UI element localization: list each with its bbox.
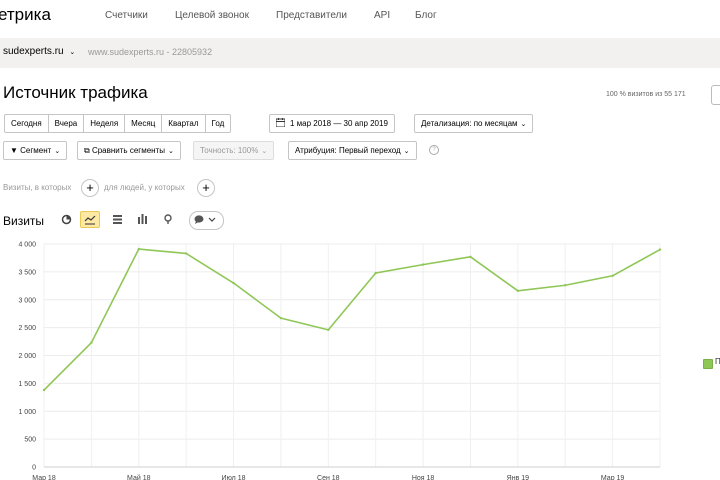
y-tick-label: 2 500 (18, 325, 36, 332)
series-line[interactable] (43, 248, 661, 391)
x-tick-label: Мар 18 (32, 475, 56, 480)
x-tick-label: Ноя 18 (412, 475, 435, 480)
settings-button[interactable] (711, 85, 720, 105)
chevron-down-icon: ⌄ (520, 121, 527, 128)
data-point[interactable] (42, 388, 46, 392)
compare-segments-dropdown[interactable]: ⧉ Сравнить сегменты ⌄ (77, 141, 181, 160)
chevron-down-icon: ⌄ (403, 148, 410, 155)
visits-line-chart: 4 0003 5003 0002 5002 0001 5001 0005000 … (18, 242, 662, 480)
y-tick-label: 500 (24, 437, 36, 444)
segment-label: Сегмент (20, 146, 52, 155)
legend-checkbox[interactable] (703, 359, 713, 369)
period-year[interactable]: Год (205, 114, 232, 133)
chevron-down-icon: ⌄ (54, 148, 61, 155)
speech-bubble-icon (194, 215, 216, 224)
chevron-down-icon: ⌄ (167, 148, 174, 155)
x-tick-label: Сен 18 (317, 475, 340, 480)
site-selector[interactable]: sudexperts.ru ⌄ (3, 46, 75, 57)
detail-dropdown[interactable]: Детализация: по месяцам ⌄ (414, 114, 534, 133)
y-tick-label: 3 500 (18, 269, 36, 276)
chart-metric-label: Визиты (3, 214, 45, 228)
date-range-picker[interactable]: 1 мар 2018 — 30 апр 2019 (269, 114, 395, 133)
x-tick-label: Мар 19 (601, 475, 625, 480)
period-today[interactable]: Сегодня (4, 114, 49, 133)
add-visit-condition-button[interactable]: + (81, 179, 99, 197)
compare-icon: ⧉ (84, 146, 90, 155)
top-navigation: етрика Счетчики Целевой звонок Представи… (0, 0, 720, 34)
period-quarter[interactable]: Квартал (162, 114, 206, 133)
app-logo[interactable]: етрика (0, 5, 51, 25)
chevron-down-icon: ⌄ (69, 49, 76, 56)
y-tick-label: 0 (32, 465, 36, 472)
bar-chart-icon (137, 214, 147, 224)
period-selector: Сегодня Вчера Неделя Месяц Квартал Год (4, 114, 232, 133)
nav-target-call[interactable]: Целевой звонок (175, 10, 249, 21)
line-chart-icon (84, 215, 96, 225)
data-point[interactable] (469, 255, 472, 259)
calendar-icon (275, 118, 286, 128)
comments-dropdown[interactable] (189, 211, 224, 230)
line-chart-button[interactable] (80, 211, 100, 228)
y-tick-label: 4 000 (18, 242, 36, 249)
period-week[interactable]: Неделя (84, 114, 126, 133)
period-month[interactable]: Месяц (125, 114, 163, 133)
segment-dropdown[interactable]: ▼ Сегмент ⌄ (3, 141, 68, 160)
period-yesterday[interactable]: Вчера (48, 114, 85, 133)
site-name: sudexperts.ru (3, 46, 64, 57)
data-point[interactable] (374, 271, 377, 275)
filter-icon: ▼ (10, 146, 18, 155)
site-url: www.sudexperts.ru - 22805932 (88, 47, 213, 57)
sampling-note: 100 % визитов из 55 171 (606, 91, 686, 98)
page-title: Источник трафика (3, 83, 148, 102)
data-point[interactable] (279, 316, 283, 320)
y-tick-label: 1 500 (18, 381, 36, 388)
filter-visits-label: Визиты, в которых (3, 183, 72, 192)
nav-api[interactable]: API (374, 10, 390, 21)
nav-representatives[interactable]: Представители (276, 10, 347, 21)
pie-chart-icon (61, 214, 71, 225)
pie-chart-button[interactable] (56, 211, 76, 228)
attribution-label: Атрибуция: Первый переход (295, 146, 401, 155)
x-tick-label: Июл 18 (222, 475, 246, 480)
data-point[interactable] (184, 252, 188, 255)
bar-chart-button[interactable] (132, 211, 152, 228)
add-people-condition-button[interactable]: + (197, 179, 215, 197)
area-chart-icon (112, 215, 122, 224)
data-point[interactable] (611, 274, 614, 277)
nav-blog[interactable]: Блог (415, 10, 437, 21)
chevron-down-icon: ⌄ (261, 148, 268, 155)
attribution-dropdown[interactable]: Атрибуция: Первый переход ⌄ (288, 141, 417, 160)
area-chart-button[interactable] (107, 211, 127, 228)
map-pin-icon (164, 214, 172, 224)
nav-counters[interactable]: Счетчики (105, 10, 148, 21)
y-tick-label: 2 000 (18, 353, 36, 360)
data-point[interactable] (421, 263, 425, 266)
filter-people-label: для людей, у которых (104, 183, 185, 192)
y-tick-label: 1 000 (18, 409, 36, 416)
help-icon[interactable]: ? (429, 145, 439, 155)
y-tick-label: 3 000 (18, 297, 36, 304)
x-tick-label: Янв 19 (507, 475, 529, 480)
data-point[interactable] (658, 248, 662, 251)
data-point[interactable] (137, 247, 140, 251)
map-pin-button[interactable] (158, 211, 178, 228)
compare-label: Сравнить сегменты (91, 146, 165, 155)
accuracy-label: Точность: 100% (200, 146, 259, 155)
data-point[interactable] (327, 328, 330, 332)
accuracy-dropdown[interactable]: Точность: 100% ⌄ (193, 141, 275, 160)
detail-label: Детализация: по месяцам (421, 119, 518, 128)
site-bar: sudexperts.ru ⌄ www.sudexperts.ru - 2280… (0, 38, 720, 68)
data-point[interactable] (564, 284, 567, 287)
x-tick-label: Май 18 (127, 474, 151, 480)
data-point[interactable] (516, 289, 520, 293)
data-point[interactable] (232, 281, 235, 285)
data-point[interactable] (90, 341, 93, 344)
legend-label: П (715, 357, 720, 366)
date-range-label: 1 мар 2018 — 30 апр 2019 (290, 119, 388, 128)
